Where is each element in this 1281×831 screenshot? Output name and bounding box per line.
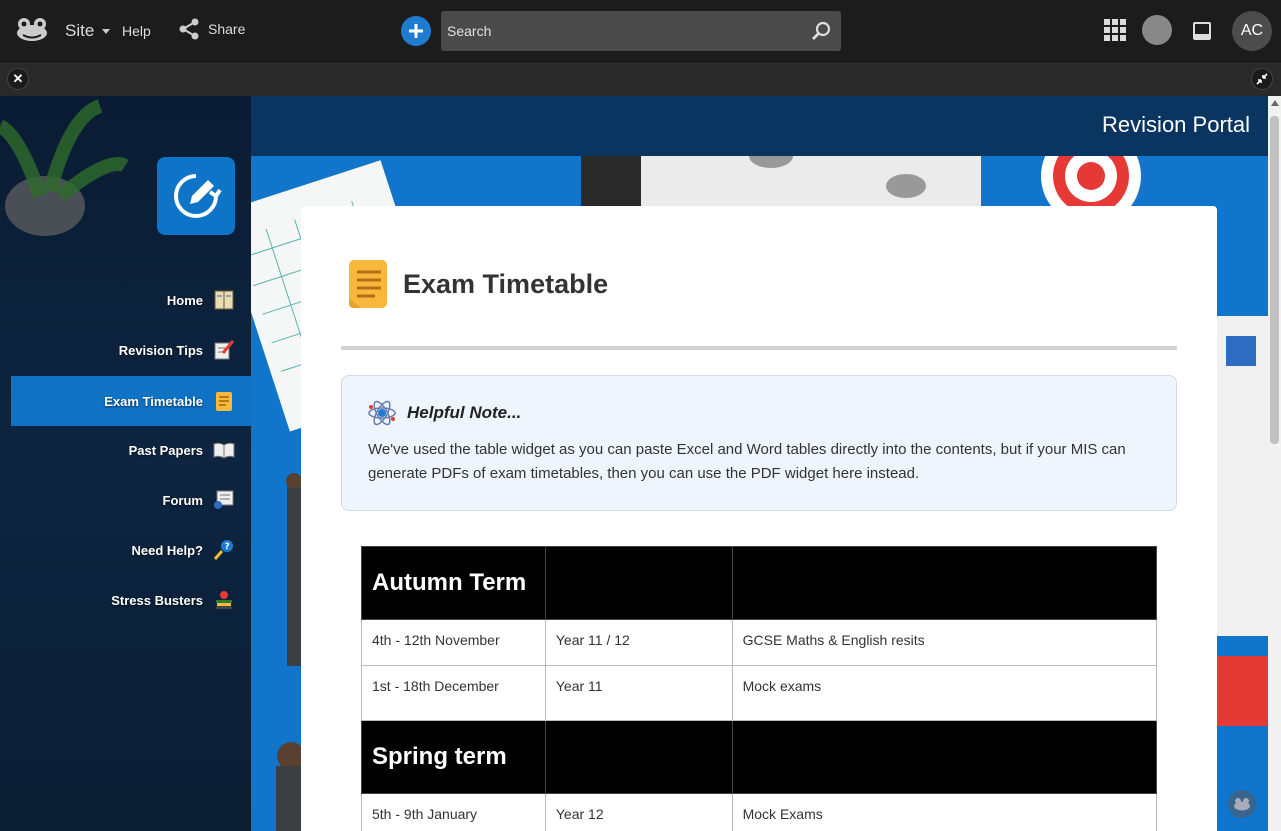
close-button[interactable]: ✕ — [7, 68, 29, 90]
helpful-note: Helpful Note... We've used the table wid… — [341, 375, 1177, 511]
note-body: We've used the table widget as you can p… — [368, 441, 1126, 482]
site-label: Site — [65, 21, 95, 40]
frog-icon — [1234, 798, 1250, 811]
portal-title: Revision Portal — [1102, 112, 1250, 137]
table-cell: Year 12 — [544, 793, 733, 831]
section-heading: Autumn Term — [361, 546, 546, 620]
sidebar-item-label: Home — [166, 292, 203, 308]
add-button[interactable] — [401, 16, 431, 46]
table-row: 1st - 18th December Year 11 Mock exams — [361, 665, 1158, 721]
table-cell — [544, 720, 733, 794]
site-menu[interactable]: Site — [65, 21, 111, 41]
inbox-tray-icon[interactable] — [1192, 21, 1212, 41]
sidebar-item-exam-timetable[interactable]: Exam Timetable — [11, 376, 251, 426]
main-area: Revision Portal Home Revision Tips Exam … — [0, 96, 1268, 831]
section-heading: Spring term — [361, 720, 546, 794]
books-apple-icon — [216, 591, 232, 609]
top-bar: Site Help Share AC — [0, 0, 1281, 61]
table-cell: Mock exams — [731, 665, 1158, 721]
collapse-arrows-icon — [1256, 73, 1268, 85]
table-cell — [731, 546, 1158, 620]
chat-icon — [214, 490, 234, 509]
table-cell: 4th - 12th November — [361, 619, 546, 666]
sidebar: Home Revision Tips Exam Timetable Past P… — [0, 96, 251, 831]
chevron-down-icon — [102, 28, 111, 34]
table-section-header: Autumn Term — [361, 546, 1158, 620]
sidebar-item-past-papers[interactable]: Past Papers — [11, 425, 251, 475]
collapse-button[interactable] — [1251, 68, 1273, 90]
open-book-icon — [213, 442, 235, 459]
notepad-icon — [349, 260, 387, 308]
share-icon — [179, 18, 199, 40]
sidebar-item-need-help[interactable]: Need Help? ? — [11, 525, 251, 575]
page-title: Exam Timetable — [403, 268, 609, 299]
help-link[interactable]: Help — [122, 23, 151, 39]
plus-icon — [409, 24, 423, 38]
sidebar-item-label: Stress Busters — [111, 592, 203, 608]
close-icon: ✕ — [12, 71, 24, 86]
share-button[interactable]: Share — [178, 18, 245, 40]
table-cell: 1st - 18th December — [361, 665, 546, 721]
notebook-icon — [214, 290, 234, 310]
sidebar-item-label: Forum — [162, 492, 203, 508]
page-scrollbar[interactable] — [1268, 96, 1281, 831]
table-cell — [731, 720, 1158, 794]
table-cell: GCSE Maths & English resits — [731, 619, 1158, 666]
share-label: Share — [208, 21, 246, 37]
frog-helper-button[interactable] — [1228, 790, 1256, 818]
sidebar-item-label: Need Help? — [131, 542, 203, 558]
table-cell: Mock Exams — [731, 793, 1158, 831]
sidebar-item-label: Revision Tips — [118, 342, 203, 358]
edit-bar: ✕ — [0, 61, 1281, 96]
divider — [341, 346, 1177, 350]
table-section-header: Spring term — [361, 720, 1158, 794]
scroll-up-arrow-icon[interactable] — [1271, 100, 1279, 106]
atom-icon — [368, 400, 396, 426]
table-row: 5th - 9th January Year 12 Mock Exams — [361, 793, 1158, 831]
apps-grid-icon[interactable] — [1104, 19, 1126, 41]
page-header: Exam Timetable — [347, 258, 608, 310]
table-cell: Year 11 — [544, 665, 733, 721]
search-input[interactable] — [441, 11, 801, 51]
svg-text:?: ? — [225, 542, 230, 552]
sidebar-item-forum[interactable]: Forum — [11, 475, 251, 525]
sidebar-item-home[interactable]: Home — [11, 275, 251, 325]
search-bar — [441, 11, 841, 51]
scrollbar-thumb[interactable] — [1270, 116, 1279, 444]
note-title: Helpful Note... — [407, 403, 522, 422]
search-icon[interactable] — [811, 21, 831, 41]
note-header: Helpful Note... — [367, 398, 521, 428]
status-circle[interactable] — [1142, 15, 1172, 45]
hero-strip: Revision Portal — [251, 96, 1268, 156]
avatar[interactable]: AC — [1232, 11, 1272, 51]
help-magnifier-icon: ? — [213, 540, 233, 560]
sidebar-item-label: Past Papers — [128, 442, 203, 458]
checklist-pencil-icon — [214, 340, 235, 360]
portal-brand-logo[interactable] — [157, 157, 235, 235]
sidebar-item-revision-tips[interactable]: Revision Tips — [11, 325, 251, 375]
exam-timetable-table: Autumn Term 4th - 12th November Year 11 … — [361, 546, 1158, 831]
sidebar-item-stress-busters[interactable]: Stress Busters — [11, 575, 251, 625]
content-card: Exam Timetable Helpful Note... We've use… — [301, 206, 1217, 831]
table-cell — [544, 546, 733, 620]
notepad-icon — [216, 392, 232, 411]
sidebar-item-label: Exam Timetable — [104, 393, 203, 409]
frog-logo-icon[interactable] — [15, 16, 49, 44]
revision-pen-icon — [174, 174, 222, 218]
table-cell: 5th - 9th January — [361, 793, 546, 831]
table-cell: Year 11 / 12 — [544, 619, 733, 666]
table-row: 4th - 12th November Year 11 / 12 GCSE Ma… — [361, 619, 1158, 666]
plant-decoration — [0, 99, 129, 236]
